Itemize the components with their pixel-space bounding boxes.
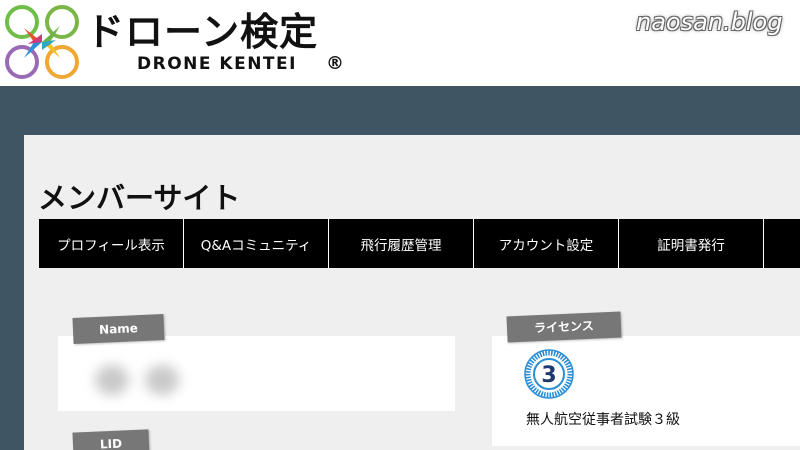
page-title: メンバーサイト (38, 181, 241, 215)
name-label: Name (72, 314, 165, 344)
watermark: naosan.blog (636, 8, 783, 36)
logo-subtitle: DRONE KENTEI (137, 54, 297, 74)
main-nav: プロフィール表示 Q&Aコミュニティ 飛行履歴管理 アカウント設定 証明書発行 (39, 219, 800, 268)
nav-flight-history[interactable]: 飛行履歴管理 (329, 219, 474, 268)
blurred-char (145, 365, 179, 395)
nav-profile[interactable]: プロフィール表示 (39, 219, 184, 268)
license-badge-number: 3 (541, 363, 556, 388)
blurred-name-value (95, 363, 190, 397)
registered-mark: ® (326, 53, 344, 74)
license-badge-icon: 3 (524, 349, 574, 399)
license-text: 無人航空従事者試験３級 (526, 412, 680, 428)
site-header: ドローン検定 DRONE KENTEI ® naosan.blog (0, 0, 800, 86)
license-label: ライセンス (506, 311, 622, 343)
nav-more[interactable] (764, 219, 797, 268)
blurred-char (95, 365, 129, 395)
nav-account-settings[interactable]: アカウント設定 (474, 219, 619, 268)
nav-qa-community[interactable]: Q&Aコミュニティ (184, 219, 329, 268)
lid-label: LID (72, 429, 150, 450)
logo-title: ドローン検定 (86, 10, 319, 54)
nav-certificate[interactable]: 証明書発行 (619, 219, 764, 268)
drone-logo-icon[interactable] (4, 4, 80, 80)
